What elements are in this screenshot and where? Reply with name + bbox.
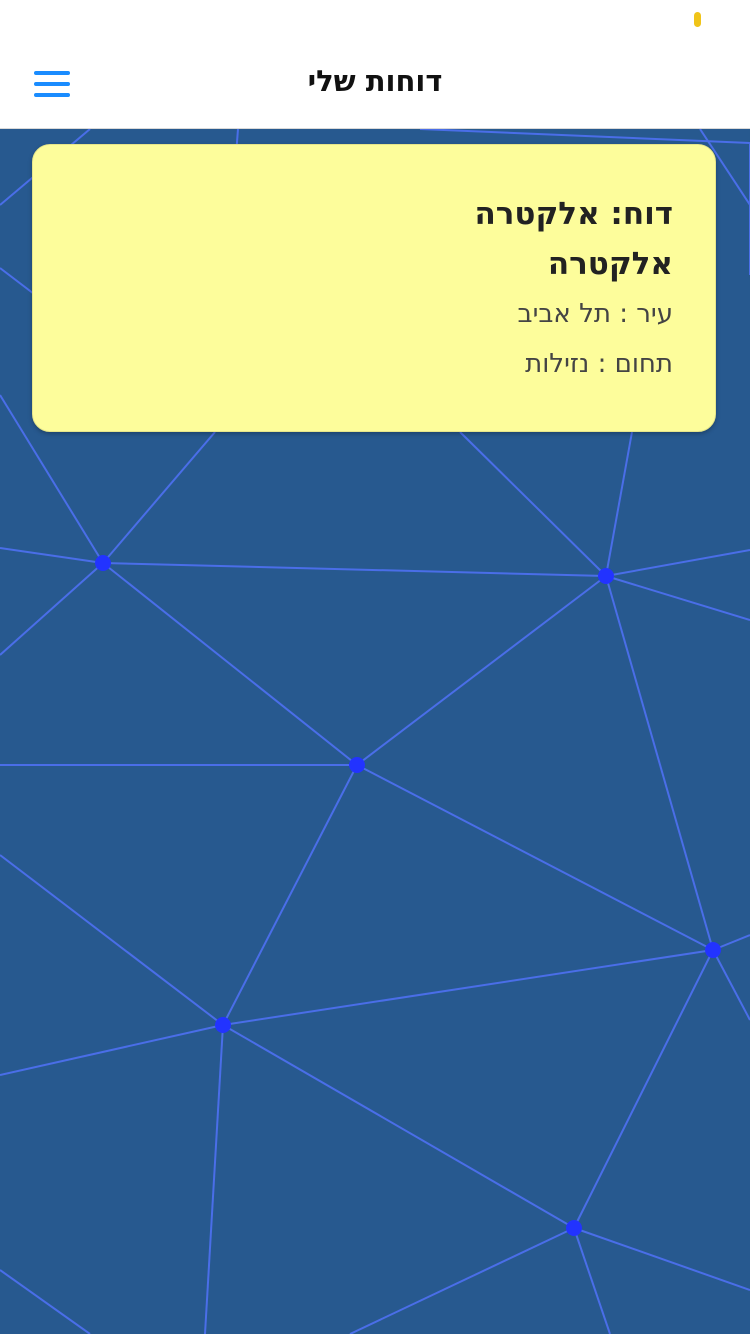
network-line	[605, 575, 714, 951]
network-line	[712, 949, 750, 1021]
network-line	[102, 562, 607, 577]
network-node	[349, 757, 365, 773]
network-line	[204, 1024, 224, 1334]
report-title: דוח: אלקטרה אלקטרה	[474, 196, 673, 282]
network-line	[573, 1227, 611, 1334]
network-line	[605, 431, 633, 577]
network-line	[102, 562, 358, 766]
report-card[interactable]: דוח: אלקטרה אלקטרה עיר : תל אביב תחום : …	[32, 144, 716, 432]
status-indicator-icon	[694, 12, 701, 27]
network-node	[705, 942, 721, 958]
network-node	[566, 1220, 582, 1236]
network-node	[95, 555, 111, 571]
network-line	[102, 431, 216, 564]
network-line	[0, 547, 104, 564]
network-line	[349, 1227, 575, 1334]
network-line	[222, 1024, 575, 1229]
network-node	[598, 568, 614, 584]
network-line	[605, 549, 750, 577]
report-field: תחום : נזילות	[525, 349, 673, 379]
network-line	[356, 764, 714, 951]
network-line	[222, 949, 714, 1026]
network-line	[573, 949, 714, 1229]
app-header: דוחות שלי	[0, 40, 750, 129]
page-title: דוחות שלי	[307, 64, 443, 98]
network-line	[0, 1024, 224, 1076]
network-line	[222, 764, 358, 1026]
network-line	[0, 854, 224, 1026]
network-node	[215, 1017, 231, 1033]
status-bar	[0, 0, 750, 40]
network-line	[0, 1269, 91, 1334]
network-line	[356, 575, 607, 766]
network-nodes	[95, 555, 721, 1236]
network-line	[605, 575, 750, 621]
network-line	[573, 1227, 750, 1291]
network-line	[459, 431, 607, 577]
report-city: עיר : תל אביב	[517, 299, 673, 329]
network-line	[0, 562, 104, 656]
